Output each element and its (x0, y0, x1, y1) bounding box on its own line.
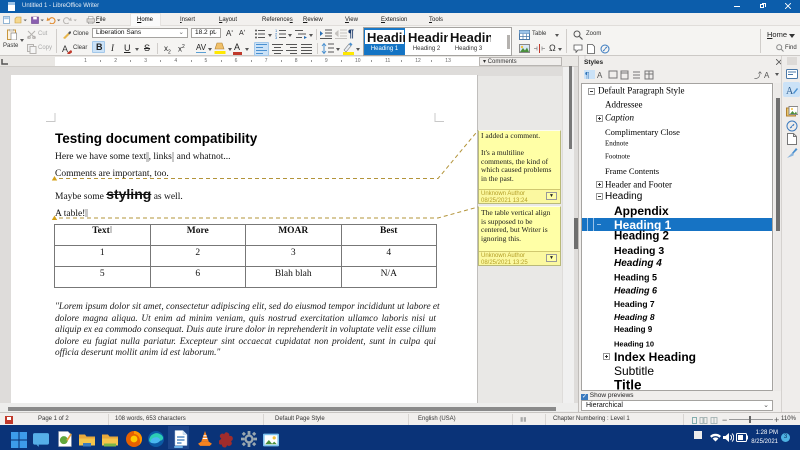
svg-text:A: A (764, 71, 770, 80)
svg-text:A: A (786, 86, 794, 96)
svg-text:A: A (62, 44, 68, 54)
svg-text:3: 3 (275, 35, 278, 39)
svg-text:⤴: ⤴ (754, 70, 762, 80)
svg-text:A: A (597, 71, 603, 80)
svg-text:¶: ¶ (585, 71, 589, 80)
